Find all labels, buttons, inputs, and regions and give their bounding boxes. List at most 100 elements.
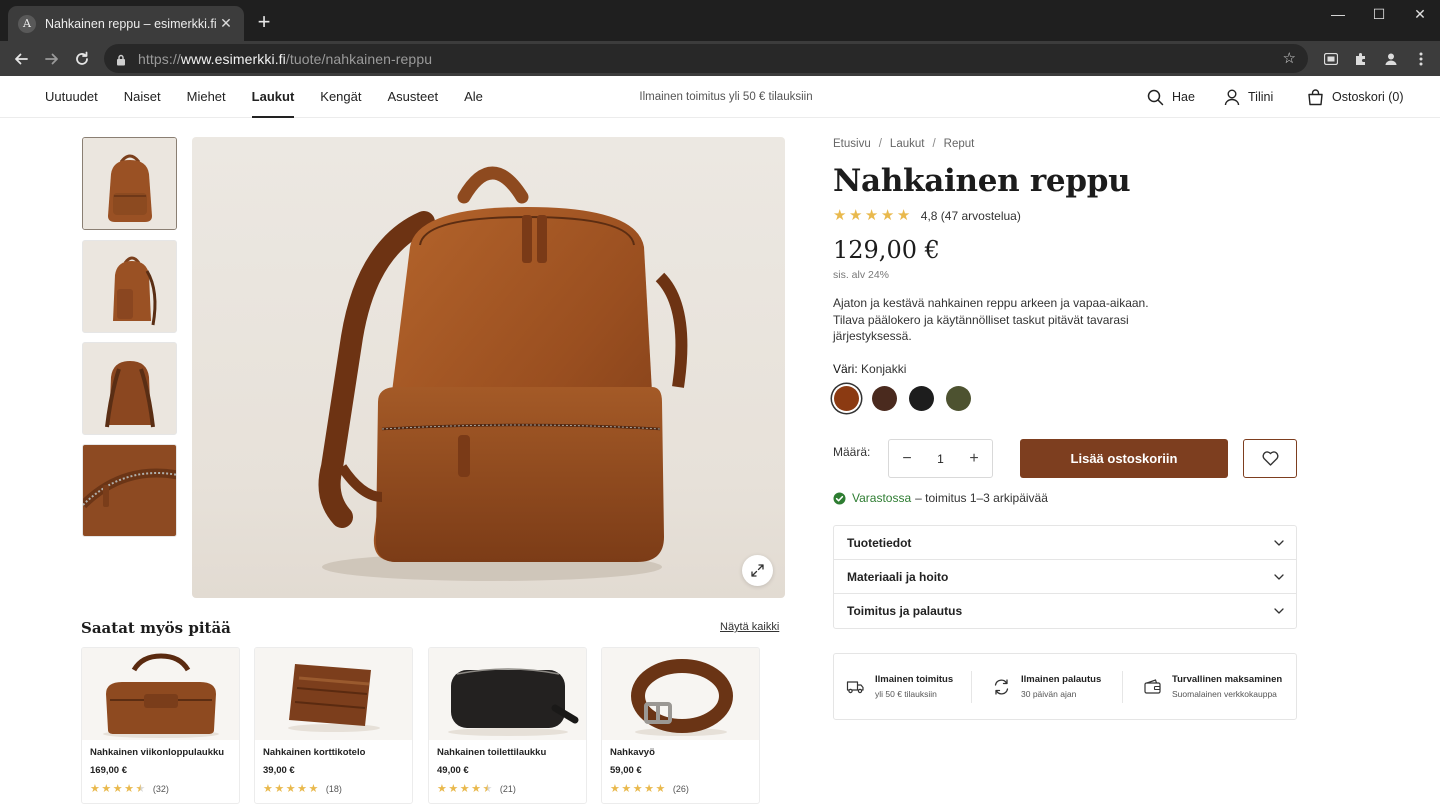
back-icon[interactable] (9, 47, 33, 71)
new-tab-icon[interactable]: + (253, 11, 275, 33)
product-card-image[interactable] (255, 648, 412, 740)
product-card-price: 59,00 € (610, 765, 642, 776)
gallery-thumbnail-1[interactable] (82, 137, 177, 230)
product-card-rating: ★ ★ ★ ★ ★ (32) (90, 782, 169, 795)
star-icon: ★ (101, 783, 112, 795)
product-card-name[interactable]: Nahkainen korttikotelo (263, 747, 365, 758)
color-swatch-tummanruskea[interactable] (872, 386, 897, 411)
return-icon (994, 678, 1009, 695)
breadcrumb-item[interactable]: Reput (944, 138, 975, 150)
product-title: Nahkainen reppu (833, 163, 1131, 199)
user-icon (1224, 89, 1240, 105)
nav-item-asusteet[interactable]: Asusteet (387, 76, 438, 118)
maximize-icon[interactable]: ☐ (1369, 6, 1389, 23)
product-card-name[interactable]: Nahkainen toilettilaukku (437, 747, 546, 758)
address-bar[interactable]: https://www.esimerkki.fi/tuote/nahkainen… (104, 44, 1308, 73)
view-all-link[interactable]: Näytä kaikki (720, 621, 779, 633)
account-button[interactable]: Tilini (1224, 76, 1273, 118)
minimize-icon[interactable]: — (1328, 6, 1348, 22)
product-card-name[interactable]: Nahkainen viikonloppulaukku (90, 747, 224, 758)
product-card-image[interactable] (429, 648, 586, 740)
product-card-rating: ★ ★ ★ ★ ★ (21) (437, 782, 516, 795)
product-card-price: 49,00 € (437, 765, 469, 776)
rating-stars: ★ ★ ★ ★ ★ (833, 208, 913, 224)
breadcrumb-item[interactable]: Laukut (890, 138, 925, 150)
accordion-item[interactable]: Materiaali ja hoito (834, 560, 1296, 594)
product-card-image[interactable] (602, 648, 759, 740)
quantity-label: Määrä: (833, 445, 871, 459)
quantity-value[interactable]: 1 (937, 452, 944, 466)
nav-item-miehet[interactable]: Miehet (187, 76, 226, 118)
gallery-thumbnail-2[interactable] (82, 240, 177, 333)
product-rating[interactable]: ★ ★ ★ ★ ★ 4,8 (47 arvostelua) (833, 208, 1021, 224)
browser-window: A Nahkainen reppu – esimerkki.fi ✕ + — ☐… (0, 0, 1440, 810)
product-card-name[interactable]: Nahkavyö (610, 747, 655, 758)
search-label: Hae (1172, 90, 1195, 104)
stock-status: Varastossa – toimitus 1–3 arkipäivää (833, 491, 1048, 505)
search-icon (1147, 89, 1164, 105)
rating-count: (47 arvostelua) (940, 209, 1021, 223)
gallery-thumbnail-4[interactable] (82, 444, 177, 537)
menu-dots-icon[interactable] (1411, 49, 1431, 69)
breadcrumb: Etusivu / Laukut / Reput (833, 138, 974, 150)
main-product-image[interactable] (192, 137, 785, 598)
cart-button[interactable]: Ostoskori (0) (1307, 76, 1404, 118)
star-icon: ★ (308, 783, 319, 795)
search-button[interactable]: Hae (1147, 76, 1195, 118)
gallery-thumbnail-3[interactable] (82, 342, 177, 435)
star-icon: ★ (655, 783, 666, 795)
half-star-icon: ★ (135, 783, 146, 795)
product-description: Ajaton ja kestävä nahkainen reppu arkeen… (833, 296, 1149, 343)
product-card[interactable]: Nahkavyö 59,00 € ★ ★ ★ ★ ★ (26) (601, 647, 760, 804)
check-circle-icon (833, 492, 846, 504)
profile-icon[interactable] (1381, 49, 1401, 69)
star-icon: ★ (896, 207, 911, 224)
color-swatch-konjakki[interactable] (834, 386, 859, 411)
stock-detail: – toimitus 1–3 arkipäivää (915, 491, 1048, 505)
accordion-title: Toimitus ja palautus (847, 604, 963, 618)
puzzle-icon[interactable] (1351, 49, 1371, 69)
increase-quantity-button[interactable]: + (966, 450, 982, 468)
decrease-quantity-button[interactable]: − (899, 450, 915, 468)
site-header: Uutuudet Naiset Miehet Laukut Kengät Asusteet… (0, 76, 1440, 118)
usp-subtitle: 30 päivän ajan (1021, 689, 1077, 699)
star-icon: ★ (848, 207, 863, 224)
close-window-icon[interactable]: ✕ (1410, 6, 1430, 23)
forward-icon[interactable] (40, 47, 64, 71)
accordion-title: Tuotetiedot (847, 535, 912, 550)
color-value: Konjakki (861, 362, 907, 376)
nav-item-laukut[interactable]: Laukut (251, 76, 294, 118)
nav-item-naiset[interactable]: Naiset (124, 76, 161, 118)
extension-icon[interactable] (1321, 49, 1341, 69)
nav-item-kengät[interactable]: Kengät (320, 76, 361, 118)
accordion-item[interactable]: Tuotetiedot (834, 526, 1296, 560)
nav-item-uutuudet[interactable]: Uutuudet (45, 76, 98, 118)
product-accordion: Tuotetiedot Materiaali ja hoito Toimitus j… (833, 525, 1297, 629)
product-card-image[interactable] (82, 648, 239, 740)
accordion-item[interactable]: Toimitus ja palautus (834, 594, 1296, 628)
product-card[interactable]: Nahkainen toilettilaukku 49,00 € ★ ★ ★ ★ ★ (21) (428, 647, 587, 804)
close-tab-icon[interactable]: ✕ (218, 15, 234, 32)
reload-icon[interactable] (70, 47, 94, 71)
usp-title: Ilmainen palautus (1021, 674, 1102, 685)
usp-item: Turvallinen maksaminen Suomalainen verkko… (1143, 670, 1293, 704)
nav-item-ale[interactable]: Ale (464, 76, 483, 118)
add-to-cart-button[interactable]: Lisää ostoskoriin (1020, 439, 1228, 478)
breadcrumb-item[interactable]: Etusivu (833, 138, 871, 150)
usp-item: Ilmainen palautus 30 päivän ajan (992, 670, 1122, 704)
wishlist-button[interactable] (1243, 439, 1297, 478)
zoom-button[interactable] (742, 555, 773, 586)
browser-tab[interactable]: A Nahkainen reppu – esimerkki.fi ✕ (8, 6, 244, 41)
rating-value: 4,8 (920, 209, 938, 223)
color-swatch-musta[interactable] (909, 386, 934, 411)
truck-icon (846, 680, 864, 693)
star-icon: ★ (833, 207, 847, 224)
bookmark-star-icon[interactable]: ☆ (1283, 49, 1296, 67)
half-star-icon: ★ (482, 783, 493, 795)
product-card[interactable]: Nahkainen viikonloppulaukku 169,00 € ★ ★ ★ ★ ★… (81, 647, 240, 804)
rating-stars: ★ ★ ★ ★ ★ (90, 782, 147, 795)
rating-stars: ★ ★ ★ ★ ★ (263, 782, 320, 795)
color-swatch-oliivi[interactable] (946, 386, 971, 411)
usp-box: Ilmainen toimitus yli 50 € tilauksiin Ilma… (833, 653, 1297, 720)
product-card[interactable]: Nahkainen korttikotelo 39,00 € ★ ★ ★ ★ ★ (18) (254, 647, 413, 804)
